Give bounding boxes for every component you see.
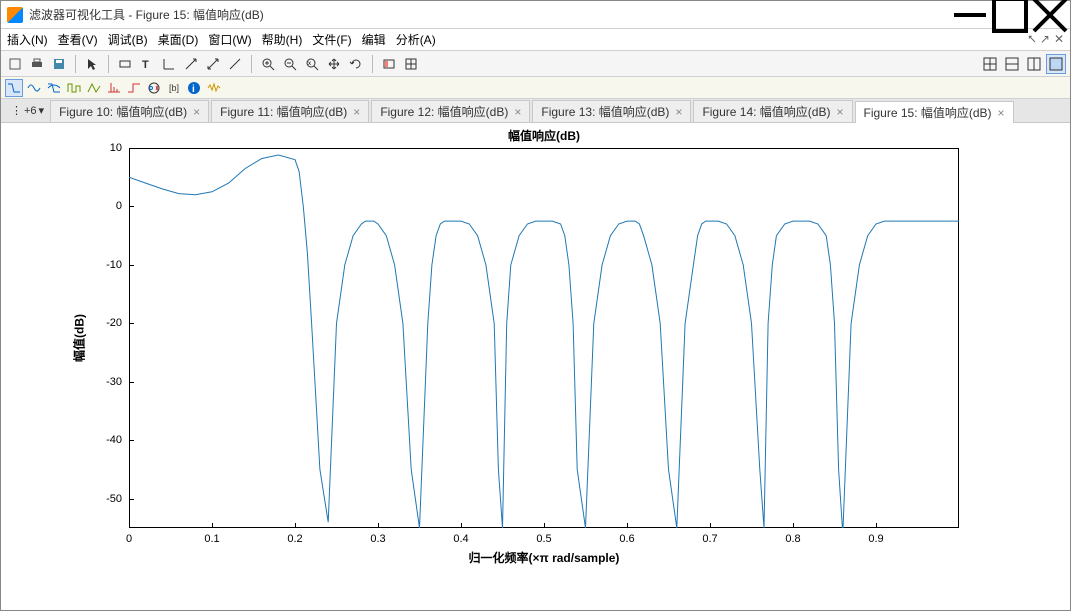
magnitude-response-icon[interactable] — [5, 79, 23, 97]
print-icon[interactable] — [27, 54, 47, 74]
main-toolbar: T x — [1, 51, 1070, 77]
tab-figure-10[interactable]: Figure 10: 幅值响应(dB)× — [50, 100, 209, 122]
menu-bar: 插入(N) 查看(V) 调试(B) 桌面(D) 窗口(W) 帮助(H) 文件(F… — [1, 29, 1070, 51]
app-window: 滤波器可视化工具 - Figure 15: 幅值响应(dB) 插入(N) 查看(… — [0, 0, 1071, 611]
x-tick-label: 0.9 — [868, 533, 883, 545]
y-tick-label: -20 — [82, 317, 122, 329]
x-tick-label: 0.5 — [536, 533, 551, 545]
mag-phase-icon[interactable] — [45, 79, 63, 97]
line-plot — [129, 148, 959, 528]
figure-area: 幅值响应(dB) 幅值(dB) 归一化频率(×π rad/sample) -50… — [1, 123, 1070, 610]
zoom-x-icon[interactable]: x — [302, 54, 322, 74]
analysis-toolbar: [b] i — [1, 77, 1070, 99]
svg-text:[b]: [b] — [169, 83, 179, 93]
dock-left-icon[interactable]: ⭦ — [1028, 32, 1036, 47]
tab-figure-11[interactable]: Figure 11: 幅值响应(dB)× — [211, 100, 369, 122]
figure-tabs: ⋮ +6 ▾ Figure 10: 幅值响应(dB)× Figure 11: 幅… — [1, 99, 1070, 123]
maximize-button[interactable] — [990, 1, 1030, 29]
close-icon[interactable]: × — [193, 105, 200, 119]
pointer-icon[interactable] — [82, 54, 102, 74]
window-buttons — [950, 1, 1070, 29]
close-icon[interactable]: × — [514, 105, 521, 119]
minimize-button[interactable] — [950, 1, 990, 29]
menu-debug[interactable]: 调试(B) — [108, 31, 148, 48]
tab-figure-15[interactable]: Figure 15: 幅值响应(dB)× — [855, 101, 1014, 123]
y-tick-label: -50 — [82, 493, 122, 505]
y-tick-label: -30 — [82, 376, 122, 388]
svg-text:i: i — [192, 84, 195, 95]
menu-aux-buttons: ⭦ ↗ ✕ — [1028, 32, 1064, 47]
axes-icon[interactable] — [159, 54, 179, 74]
y-tick-label: 0 — [82, 200, 122, 212]
close-icon[interactable]: × — [675, 105, 682, 119]
grid-icon[interactable] — [401, 54, 421, 74]
zoom-out-icon[interactable] — [280, 54, 300, 74]
arrow-icon[interactable] — [181, 54, 201, 74]
y-tick-label: -40 — [82, 434, 122, 446]
close-icon[interactable]: × — [998, 106, 1005, 120]
y-tick-label: 10 — [82, 142, 122, 154]
tab-overflow-indicator[interactable]: ⋮ +6 ▾ — [5, 99, 50, 122]
title-bar: 滤波器可视化工具 - Figure 15: 幅值响应(dB) — [1, 1, 1070, 29]
tile-h-icon[interactable] — [1002, 54, 1022, 74]
menu-window[interactable]: 窗口(W) — [208, 31, 251, 48]
tile-v-icon[interactable] — [1024, 54, 1044, 74]
matlab-logo-icon — [7, 7, 23, 23]
x-tick-label: 0 — [126, 533, 132, 545]
menu-file[interactable]: 文件(F) — [312, 31, 351, 48]
menu-edit[interactable]: 编辑 — [362, 31, 386, 48]
menu-desktop[interactable]: 桌面(D) — [158, 31, 199, 48]
text-icon[interactable]: T — [137, 54, 157, 74]
menu-insert[interactable]: 插入(N) — [7, 31, 48, 48]
tile-1-icon[interactable] — [1046, 54, 1066, 74]
legend-icon[interactable] — [379, 54, 399, 74]
line-icon[interactable] — [225, 54, 245, 74]
rotate-icon[interactable] — [346, 54, 366, 74]
menu-analysis[interactable]: 分析(A) — [396, 31, 436, 48]
tab-figure-12[interactable]: Figure 12: 幅值响应(dB)× — [371, 100, 530, 122]
impulse-response-icon[interactable] — [105, 79, 123, 97]
rectangle-icon[interactable] — [115, 54, 135, 74]
phase-response-icon[interactable] — [25, 79, 43, 97]
window-title: 滤波器可视化工具 - Figure 15: 幅值响应(dB) — [29, 6, 950, 23]
tab-figure-13[interactable]: Figure 13: 幅值响应(dB)× — [532, 100, 691, 122]
svg-text:T: T — [142, 59, 149, 71]
double-arrow-icon[interactable] — [203, 54, 223, 74]
x-tick-label: 0.1 — [204, 533, 219, 545]
close-x-icon[interactable]: ✕ — [1054, 32, 1064, 47]
y-tick-label: -10 — [82, 259, 122, 271]
filter-info-icon[interactable]: i — [185, 79, 203, 97]
x-tick-label: 0.8 — [785, 533, 800, 545]
save-icon[interactable] — [49, 54, 69, 74]
zoom-in-icon[interactable] — [258, 54, 278, 74]
step-response-icon[interactable] — [125, 79, 143, 97]
menu-help[interactable]: 帮助(H) — [262, 31, 303, 48]
x-tick-label: 0.2 — [287, 533, 302, 545]
x-tick-label: 0.7 — [702, 533, 717, 545]
tab-figure-14[interactable]: Figure 14: 幅值响应(dB)× — [693, 100, 852, 122]
tile-4-icon[interactable] — [980, 54, 1000, 74]
x-tick-label: 0.4 — [453, 533, 468, 545]
svg-text:x: x — [308, 61, 311, 67]
new-figure-icon[interactable] — [5, 54, 25, 74]
close-button[interactable] — [1030, 1, 1070, 29]
phase-delay-icon[interactable] — [85, 79, 103, 97]
close-icon[interactable]: × — [353, 105, 360, 119]
filter-coeffs-icon[interactable]: [b] — [165, 79, 183, 97]
x-tick-label: 0.6 — [619, 533, 634, 545]
plot-title: 幅值响应(dB) — [129, 127, 959, 144]
pan-icon[interactable] — [324, 54, 344, 74]
round-off-noise-icon[interactable] — [205, 79, 223, 97]
x-axis-label: 归一化频率(×π rad/sample) — [129, 549, 959, 566]
x-tick-label: 0.3 — [370, 533, 385, 545]
pole-zero-icon[interactable] — [145, 79, 163, 97]
menu-view[interactable]: 查看(V) — [58, 31, 98, 48]
undock-icon[interactable]: ↗ — [1040, 32, 1050, 47]
group-delay-icon[interactable] — [65, 79, 83, 97]
close-icon[interactable]: × — [836, 105, 843, 119]
